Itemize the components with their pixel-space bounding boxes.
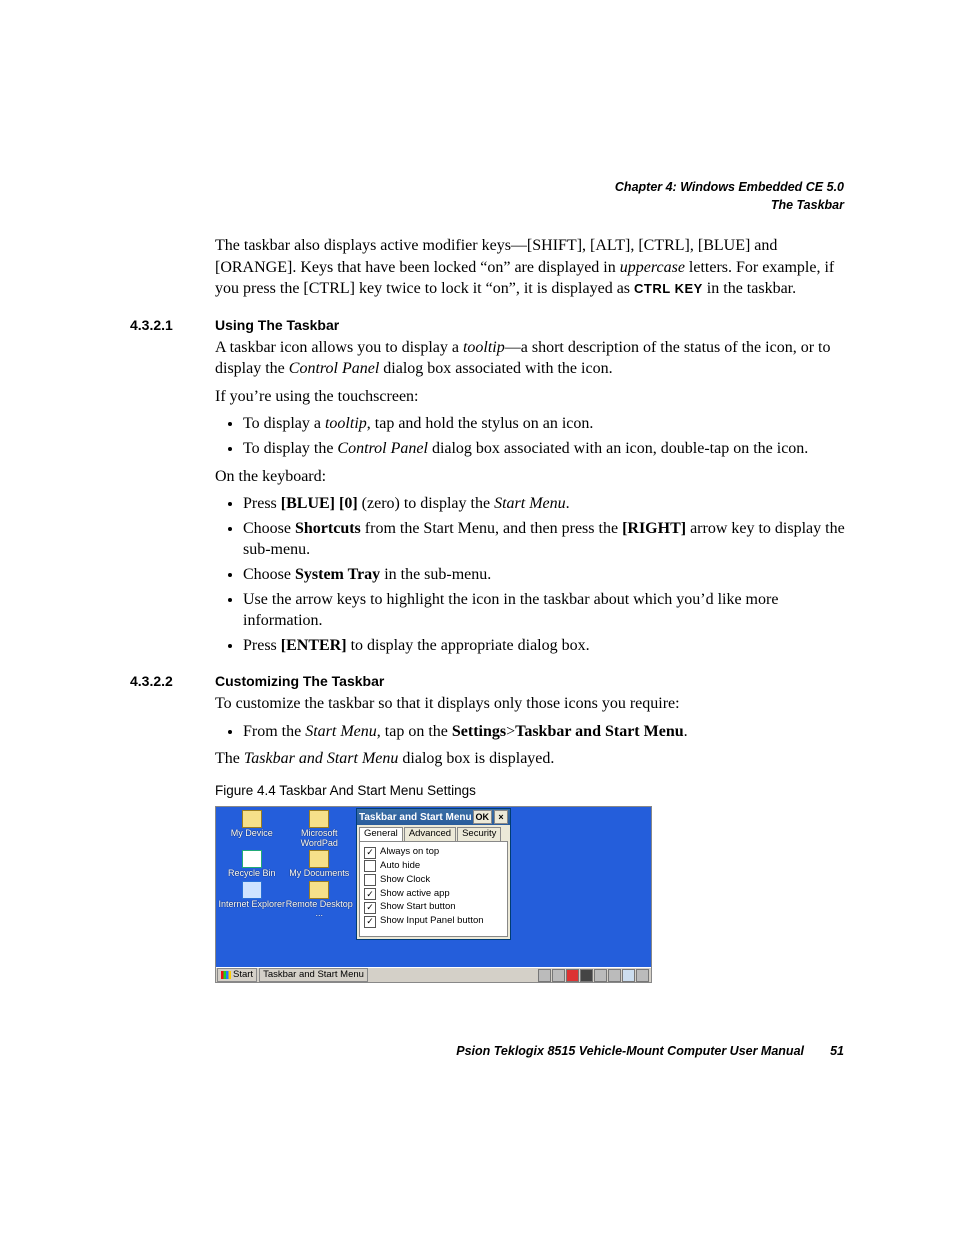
- desktop-icon-my-device[interactable]: My Device: [218, 809, 286, 849]
- remote-desktop-icon: [309, 881, 329, 899]
- desktop-icon-my-documents[interactable]: My Documents: [286, 849, 354, 879]
- ie-icon: [242, 881, 262, 899]
- tab-advanced[interactable]: Advanced: [404, 827, 456, 841]
- header-section: The Taskbar: [615, 196, 844, 214]
- checkbox-icon[interactable]: [364, 902, 376, 914]
- folder-icon: [309, 850, 329, 868]
- s4321-p1: A taskbar icon allows you to display a t…: [215, 337, 850, 380]
- list-item: Choose Shortcuts from the Start Menu, an…: [243, 518, 850, 561]
- checkbox-row-show-active-app[interactable]: Show active app: [364, 888, 503, 901]
- list-item: Press [BLUE] [0] (zero) to display the S…: [243, 493, 850, 515]
- tray-icon[interactable]: [538, 969, 551, 982]
- windows-flag-icon: [221, 971, 231, 979]
- s4321-touch-list: To display a tooltip, tap and hold the s…: [215, 413, 850, 459]
- checkbox-row-auto-hide[interactable]: Auto hide: [364, 860, 503, 873]
- header-chapter: Chapter 4: Windows Embedded CE 5.0: [615, 178, 844, 196]
- start-button[interactable]: Start: [217, 968, 257, 982]
- tray-icon[interactable]: [594, 969, 607, 982]
- list-item: From the Start Menu, tap on the Settings…: [243, 721, 850, 743]
- checkbox-icon[interactable]: [364, 860, 376, 872]
- list-item: To display a tooltip, tap and hold the s…: [243, 413, 850, 435]
- list-item: To display the Control Panel dialog box …: [243, 438, 850, 460]
- s4321-p3: On the keyboard:: [215, 466, 850, 488]
- checkbox-row-show-start-button[interactable]: Show Start button: [364, 901, 503, 914]
- section-4322-number: 4.3.2.2: [130, 672, 215, 691]
- close-button[interactable]: ×: [494, 810, 508, 824]
- page: Chapter 4: Windows Embedded CE 5.0 The T…: [0, 0, 954, 1235]
- desktop-icon-wordpad[interactable]: Microsoft WordPad: [286, 809, 354, 849]
- system-tray: [536, 969, 651, 982]
- figure-caption: Figure 4.4 Taskbar And Start Menu Settin…: [215, 782, 850, 800]
- section-4322-heading: 4.3.2.2 Customizing The Taskbar: [130, 672, 850, 691]
- s4321-p2: If you’re using the touchscreen:: [215, 386, 850, 408]
- tray-icon[interactable]: [580, 969, 593, 982]
- checkbox-icon[interactable]: [364, 888, 376, 900]
- section-4321-number: 4.3.2.1: [130, 316, 215, 335]
- tray-input-panel-icon[interactable]: [636, 969, 649, 982]
- tray-icon[interactable]: [552, 969, 565, 982]
- tab-general[interactable]: General: [359, 827, 403, 841]
- checkbox-icon[interactable]: [364, 847, 376, 859]
- section-4321-heading: 4.3.2.1 Using The Taskbar: [130, 316, 850, 335]
- tab-security[interactable]: Security: [457, 827, 501, 841]
- body-column: The taskbar also displays active modifie…: [215, 235, 850, 983]
- dialog-title: Taskbar and Start Menu: [359, 811, 473, 825]
- dialog-titlebar[interactable]: Taskbar and Start Menu OK ×: [357, 809, 510, 825]
- checkbox-icon[interactable]: [364, 916, 376, 928]
- tab-page-general: Always on top Auto hide Show Clock Show …: [359, 841, 508, 937]
- section-4322-title: Customizing The Taskbar: [215, 672, 384, 691]
- list-item: Press [ENTER] to display the appropriate…: [243, 635, 850, 657]
- wordpad-icon: [309, 810, 329, 828]
- checkbox-row-show-clock[interactable]: Show Clock: [364, 874, 503, 887]
- taskbar: Start Taskbar and Start Menu: [216, 967, 651, 982]
- footer-text: Psion Teklogix 8515 Vehicle-Mount Comput…: [130, 1043, 804, 1060]
- dialog-tabs: General Advanced Security: [357, 825, 510, 841]
- list-item: Choose System Tray in the sub-menu.: [243, 564, 850, 586]
- checkbox-row-always-on-top[interactable]: Always on top: [364, 846, 503, 859]
- desktop-icons: My Device Microsoft WordPad Recycle Bin …: [218, 809, 353, 919]
- checkbox-icon[interactable]: [364, 874, 376, 886]
- taskbar-settings-dialog: Taskbar and Start Menu OK × General Adva…: [356, 808, 511, 940]
- s4322-list: From the Start Menu, tap on the Settings…: [215, 721, 850, 743]
- tray-icon[interactable]: [622, 969, 635, 982]
- tray-icon[interactable]: [608, 969, 621, 982]
- page-footer: Psion Teklogix 8515 Vehicle-Mount Comput…: [130, 1043, 844, 1060]
- taskbar-task-button[interactable]: Taskbar and Start Menu: [259, 968, 368, 982]
- figure-screenshot: My Device Microsoft WordPad Recycle Bin …: [215, 806, 652, 983]
- footer-page-number: 51: [804, 1043, 844, 1060]
- desktop-icon-remote-desktop[interactable]: Remote Desktop ...: [286, 880, 354, 920]
- s4321-keyboard-list: Press [BLUE] [0] (zero) to display the S…: [215, 493, 850, 656]
- list-item: Use the arrow keys to highlight the icon…: [243, 589, 850, 632]
- desktop-icon-recycle-bin[interactable]: Recycle Bin: [218, 849, 286, 879]
- s4322-p1: To customize the taskbar so that it disp…: [215, 693, 850, 715]
- intro-paragraph: The taskbar also displays active modifie…: [215, 235, 850, 300]
- section-4321-title: Using The Taskbar: [215, 316, 339, 335]
- desktop-icon-ie[interactable]: Internet Explorer: [218, 880, 286, 920]
- device-icon: [242, 810, 262, 828]
- checkbox-row-show-input-panel[interactable]: Show Input Panel button: [364, 915, 503, 928]
- recycle-bin-icon: [242, 850, 262, 868]
- ok-button[interactable]: OK: [473, 810, 493, 824]
- tray-icon[interactable]: [566, 969, 579, 982]
- s4322-p2: The Taskbar and Start Menu dialog box is…: [215, 748, 850, 770]
- running-header: Chapter 4: Windows Embedded CE 5.0 The T…: [615, 178, 844, 214]
